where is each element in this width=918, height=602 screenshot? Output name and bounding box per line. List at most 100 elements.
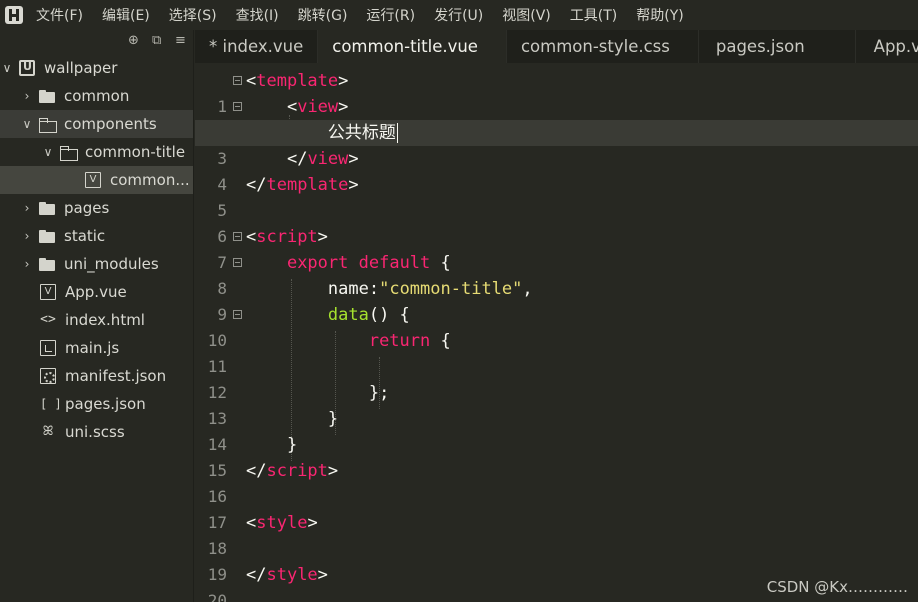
tree-item-label: components	[64, 115, 157, 133]
menu-file[interactable]: 文件(F)	[36, 5, 83, 25]
menu-help[interactable]: 帮助(Y)	[636, 5, 683, 25]
tree-item-label: uni_modules	[64, 255, 159, 273]
code-token: >	[338, 97, 349, 117]
code-token: >	[348, 175, 359, 195]
code-token: "common-title"	[379, 279, 523, 299]
tree-item-manifest-json[interactable]: manifest.json	[0, 362, 193, 390]
tree-item-label: common-title	[85, 143, 186, 161]
tree-item-label: pages	[64, 199, 110, 217]
code-token: </	[286, 149, 308, 169]
tree-item-label: pages.json	[65, 395, 146, 413]
js-file-icon	[40, 340, 56, 356]
menu-goto[interactable]: 跳转(G)	[298, 5, 348, 25]
tree-item-components[interactable]: ∨ components	[0, 110, 193, 138]
code-token: default	[358, 253, 431, 273]
code-token: }	[327, 409, 339, 429]
tree-item-common-title[interactable]: ∨ common-title	[0, 138, 193, 166]
code-token: <	[246, 227, 257, 247]
code-token: >	[307, 513, 318, 533]
tree-item-label: main.js	[65, 339, 120, 357]
chevron-right-icon[interactable]: ›	[20, 89, 34, 103]
menu-edit[interactable]: 编辑(E)	[102, 5, 150, 25]
fold-toggle-icon[interactable]	[233, 258, 242, 267]
json-file-icon: [ ]	[40, 397, 62, 411]
menu-publish[interactable]: 发行(U)	[434, 5, 483, 25]
tree-item-label: wallpaper	[44, 59, 118, 77]
code-token: data	[327, 305, 369, 325]
folder-icon	[39, 200, 55, 216]
code-line: 15 }	[195, 432, 918, 480]
tree-item-pages[interactable]: › pages	[0, 194, 193, 222]
code-line: 9 name:"common-title",	[195, 276, 918, 324]
tree-item-uni-scss[interactable]: ꕤ uni.scss	[0, 418, 193, 446]
fold-toggle-icon[interactable]	[233, 310, 242, 319]
fold-toggle-icon[interactable]	[233, 102, 242, 111]
code-line: 1 <template>	[195, 68, 918, 116]
chevron-right-icon[interactable]: ›	[20, 229, 34, 243]
code-line: 10 data() {	[195, 302, 918, 350]
tree-item-app-vue[interactable]: V App.vue	[0, 278, 193, 306]
fold-toggle-icon[interactable]	[233, 76, 242, 85]
code-line: 4 </view>	[195, 146, 918, 194]
project-explorer: ⊕ ⧉ ≡ ∨ wallpaper › common ∨ components …	[0, 30, 194, 602]
tree-item-pages-json[interactable]: [ ] pages.json	[0, 390, 193, 418]
code-token: >	[317, 565, 328, 585]
tree-item-static[interactable]: › static	[0, 222, 193, 250]
tab-pages-json[interactable]: pages.json	[699, 30, 856, 63]
tree-item-label: common	[64, 87, 130, 105]
tab-common-style-css[interactable]: common-style.css	[507, 30, 699, 63]
code-editor[interactable]: 1 <template> 2 <view> 3 公共标题 4 </view> 5…	[195, 63, 918, 602]
menu-find[interactable]: 查找(I)	[236, 5, 279, 25]
code-token: view	[307, 149, 349, 169]
code-token: script	[266, 461, 328, 481]
code-line: 5 </template>	[195, 172, 918, 220]
code-line: 12	[195, 354, 918, 402]
tab-index-vue[interactable]: * index.vue	[195, 30, 319, 63]
line-number: 20	[207, 591, 227, 602]
tab-common-title-vue[interactable]: common-title.vue	[318, 30, 507, 63]
code-token: >	[338, 71, 349, 91]
chevron-down-icon[interactable]: ∨	[0, 61, 14, 75]
tree-item-uni-modules[interactable]: › uni_modules	[0, 250, 193, 278]
tree-item-main-js[interactable]: main.js	[0, 334, 193, 362]
code-line: 7 <script>	[195, 224, 918, 272]
tree-item-label: App.vue	[65, 283, 127, 301]
menu-bar: 文件(F) 编辑(E) 选择(S) 查找(I) 跳转(G) 运行(R) 发行(U…	[0, 0, 918, 30]
explorer-toolbar: ⊕ ⧉ ≡	[0, 30, 193, 54]
project-icon	[19, 60, 35, 76]
folder-icon	[39, 228, 55, 244]
tree-item-index-html[interactable]: <> index.html	[0, 306, 193, 334]
menu-select[interactable]: 选择(S)	[169, 5, 217, 25]
tree-item-common-title-vue[interactable]: V common...	[0, 166, 193, 194]
chevron-right-icon[interactable]: ›	[20, 201, 34, 215]
code-token: <	[286, 97, 298, 117]
tree-item-wallpaper[interactable]: ∨ wallpaper	[0, 54, 193, 82]
menu-run[interactable]: 运行(R)	[366, 5, 415, 25]
code-line: 6	[195, 198, 918, 246]
code-token: {	[430, 331, 451, 351]
collapse-all-icon[interactable]: ⧉	[152, 33, 161, 48]
chevron-down-icon[interactable]: ∨	[41, 145, 55, 159]
code-token: ,	[522, 279, 533, 299]
code-token: </	[246, 175, 267, 195]
code-token: }	[286, 435, 298, 455]
chevron-right-icon[interactable]: ›	[20, 257, 34, 271]
file-tree: ∨ wallpaper › common ∨ components ∨ comm…	[0, 54, 193, 446]
tree-item-label: manifest.json	[65, 367, 167, 385]
locate-icon[interactable]: ⊕	[128, 33, 139, 48]
menu-view[interactable]: 视图(V)	[502, 5, 551, 25]
code-line: 14 }	[195, 406, 918, 454]
code-token: >	[348, 149, 359, 169]
vue-file-icon: V	[85, 172, 101, 188]
code-token: 公共标题	[327, 123, 396, 143]
fold-toggle-icon[interactable]	[233, 232, 242, 241]
code-token: () {	[368, 305, 410, 325]
chevron-down-icon[interactable]: ∨	[20, 117, 34, 131]
manifest-file-icon	[40, 368, 56, 384]
tree-item-common[interactable]: › common	[0, 82, 193, 110]
menu-tools[interactable]: 工具(T)	[570, 5, 617, 25]
menu-icon[interactable]: ≡	[175, 33, 186, 48]
code-token: >	[327, 461, 339, 481]
tab-app-vue[interactable]: App.vue	[856, 30, 918, 63]
code-line-current: 3 公共标题	[195, 120, 918, 168]
